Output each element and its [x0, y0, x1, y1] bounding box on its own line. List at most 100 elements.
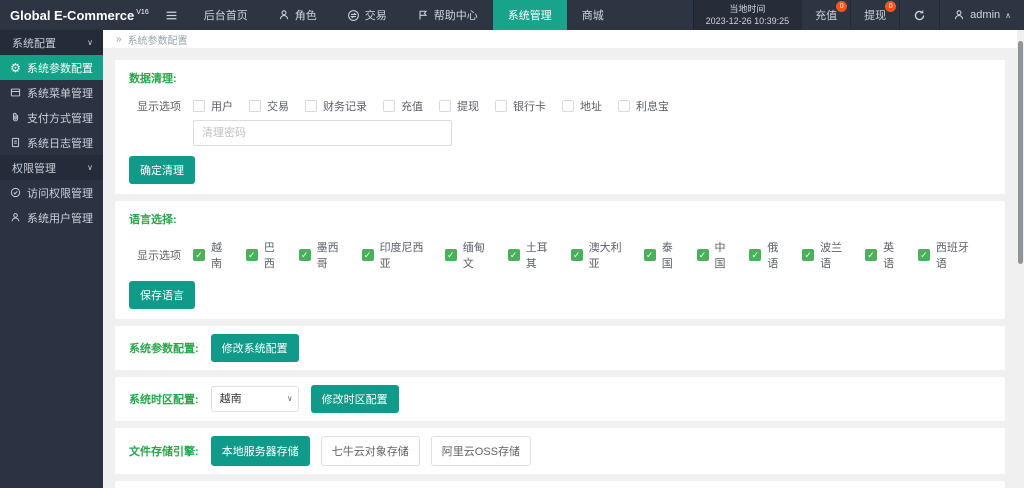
sidebar-item-label: 系统日志管理: [27, 137, 93, 150]
checkbox-checked-icon: ✓: [298, 249, 311, 261]
checkbox-checked-icon: ✓: [507, 249, 520, 261]
checkbox-label: 交易: [267, 101, 289, 113]
checkbox-checked-icon: ✓: [444, 249, 457, 261]
sidebar-item-system-logs[interactable]: 系统日志管理: [0, 130, 103, 155]
checkbox-addresses[interactable]: 地址: [562, 98, 602, 114]
recharge-button[interactable]: 充值 0: [801, 0, 850, 30]
sidebar-group-system-config[interactable]: 系统配置 ∨: [0, 30, 103, 55]
modify-timezone-button[interactable]: 修改时区配置: [310, 385, 399, 413]
sidebar-item-system-menu[interactable]: 系统菜单管理: [0, 80, 103, 105]
withdraw-badge: 0: [885, 1, 897, 12]
nav-item-roles[interactable]: 角色: [263, 0, 332, 30]
checkbox-checked-icon: ✓: [696, 249, 709, 261]
local-time-label: 当地时间: [729, 4, 766, 14]
checkbox-label: 财务记录: [323, 101, 367, 113]
nav-item-system[interactable]: 系统管理: [492, 0, 567, 30]
sidebar-item-access-perms[interactable]: 访问权限管理: [0, 180, 103, 205]
storage-engine-title: 文件存储引擎:: [129, 446, 199, 458]
language-submit-row: 保存语言: [129, 281, 991, 309]
sidebar-item-label: 系统菜单管理: [27, 87, 93, 100]
cleanup-password-input[interactable]: [193, 120, 452, 146]
sidebar-item-payment-methods[interactable]: 支付方式管理: [0, 105, 103, 130]
gear-icon: ⚙: [10, 60, 21, 75]
refresh-button[interactable]: [899, 0, 939, 30]
checkbox-lang-spanish[interactable]: ✓ 西班牙语: [917, 239, 975, 271]
sidebar-item-label: 支付方式管理: [27, 112, 93, 125]
modify-system-config-button[interactable]: 修改系统配置: [210, 334, 299, 362]
checkbox-lang-english[interactable]: ✓ 英语: [865, 239, 902, 271]
nav-roles-label: 角色: [294, 10, 317, 22]
checkbox-lang-china[interactable]: ✓ 中国: [696, 239, 734, 271]
checkbox-lang-brazil[interactable]: ✓ 巴西: [245, 239, 283, 271]
checkbox-box: [249, 100, 261, 112]
timezone-select[interactable]: 越南: [210, 386, 299, 412]
checkbox-lang-russian[interactable]: ✓ 俄语: [749, 239, 786, 271]
checkbox-label: 土耳其: [525, 242, 548, 270]
user-menu[interactable]: admin ∧: [939, 0, 1024, 30]
nav-item-trade[interactable]: 交易: [332, 0, 402, 30]
checkbox-lang-australia[interactable]: ✓ 澳大利亚: [570, 239, 628, 271]
nav-home-label: 后台首页: [203, 10, 248, 22]
checkbox-lang-vietnam[interactable]: ✓ 越南: [193, 239, 230, 271]
checkbox-box: [193, 100, 205, 112]
scrollbar-track[interactable]: [1017, 30, 1024, 488]
check-circle-icon: [9, 187, 22, 198]
checkbox-lang-mexico[interactable]: ✓ 墨西哥: [298, 239, 346, 271]
timezone-title: 系统时区配置:: [129, 394, 199, 406]
checkbox-finance-records[interactable]: 财务记录: [305, 98, 367, 114]
checkbox-checked-icon: ✓: [245, 249, 258, 261]
main-content: 数据清理: 显示选项 用户 交易 财务记录 充值 提现 银行卡 地址 利息宝 清…: [103, 48, 1017, 488]
checkbox-label: 越南: [211, 242, 222, 270]
storage-aliyun-button[interactable]: 阿里云OSS存储: [430, 436, 532, 466]
chevron-up-icon: ∧: [1005, 10, 1011, 20]
person-icon: [9, 212, 22, 223]
options-label: 显示选项: [137, 250, 181, 262]
checkbox-trades[interactable]: 交易: [249, 98, 289, 114]
scrollbar-thumb[interactable]: [1018, 41, 1023, 264]
save-language-button[interactable]: 保存语言: [129, 281, 195, 309]
sidebar: 系统配置 ∨ ⚙ 系统参数配置 系统菜单管理 支付方式管理 系统日志管理 权限管…: [0, 30, 103, 488]
sidebar-item-system-users[interactable]: 系统用户管理: [0, 205, 103, 230]
system-param-card: 系统参数配置: 修改系统配置: [115, 326, 1005, 370]
checkbox-label: 泰国: [661, 242, 673, 270]
nav-mall-label: 商城: [581, 10, 604, 22]
confirm-cleanup-button[interactable]: 确定清理: [129, 156, 195, 184]
checkbox-users[interactable]: 用户: [193, 98, 233, 114]
nav-item-mall[interactable]: 商城: [567, 0, 619, 30]
checkbox-label: 巴西: [263, 242, 275, 270]
withdraw-button[interactable]: 提现 0: [850, 0, 899, 30]
sidebar-group-permissions[interactable]: 权限管理 ∨: [0, 155, 103, 180]
checkbox-box: [562, 100, 574, 112]
sidebar-item-system-params[interactable]: ⚙ 系统参数配置: [0, 55, 103, 80]
app-version: V16: [136, 8, 149, 16]
checkbox-label: 利息宝: [636, 101, 669, 113]
storage-local-button[interactable]: 本地服务器存储: [210, 436, 310, 466]
language-select-card: 语言选择: 显示选项 ✓ 越南 ✓ 巴西 ✓ 墨西哥 ✓ 印度尼西亚 ✓ 缅甸文: [115, 201, 1005, 319]
breadcrumb: » 系统参数配置: [103, 30, 1017, 48]
checkbox-lang-thailand[interactable]: ✓ 泰国: [643, 239, 681, 271]
checkbox-lang-burmese[interactable]: ✓ 缅甸文: [444, 239, 492, 271]
sidebar-toggle-button[interactable]: [155, 0, 189, 30]
checkbox-recharges[interactable]: 充值: [383, 98, 423, 114]
checkbox-bank-cards[interactable]: 银行卡: [495, 98, 546, 114]
storage-qiniu-button[interactable]: 七牛云对象存储: [320, 436, 420, 466]
storage-engine-card: 文件存储引擎: 本地服务器存储 七牛云对象存储 阿里云OSS存储: [115, 428, 1005, 474]
data-cleanup-title: 数据清理:: [129, 73, 177, 85]
checkbox-box: [383, 100, 395, 112]
person-icon: [278, 9, 290, 21]
nav-item-home[interactable]: 后台首页: [189, 0, 263, 30]
chevron-down-icon: ∨: [87, 163, 93, 172]
cleanup-submit-row: 确定清理: [129, 156, 991, 184]
checkbox-interest-treasure[interactable]: 利息宝: [618, 98, 669, 114]
checkbox-label: 提现: [457, 101, 479, 113]
nav-trade-label: 交易: [364, 10, 387, 22]
checkbox-lang-indonesia[interactable]: ✓ 印度尼西亚: [361, 239, 429, 271]
nav-item-help[interactable]: 帮助中心: [402, 0, 493, 30]
checkbox-lang-polish[interactable]: ✓ 波兰语: [802, 239, 849, 271]
checkbox-lang-turkey[interactable]: ✓ 土耳其: [507, 239, 555, 271]
checkbox-withdrawals[interactable]: 提现: [439, 98, 479, 114]
checkbox-label: 波兰语: [820, 242, 843, 270]
cleanup-password-row: [129, 120, 991, 146]
flag-icon: [417, 9, 429, 21]
checkbox-label: 西班牙语: [935, 242, 969, 270]
